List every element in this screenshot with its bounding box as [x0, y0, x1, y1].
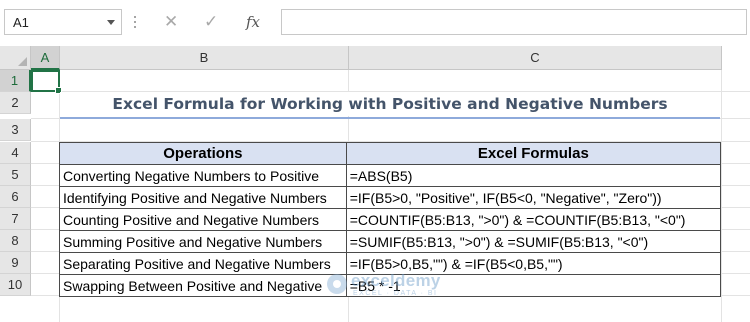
- row-header-9[interactable]: 9: [0, 252, 31, 274]
- formula-cell[interactable]: =IF(B5>0,B5,"") & =IF(B5<0,B5,""): [345, 252, 722, 275]
- formula-controls: ✕ ✓ fx: [148, 9, 278, 35]
- enter-check-icon[interactable]: ✓: [204, 12, 218, 32]
- column-header-a[interactable]: A: [31, 46, 60, 70]
- row-header-2[interactable]: 2: [0, 92, 31, 114]
- column-header-c[interactable]: C: [349, 46, 722, 70]
- formula-cell[interactable]: =ABS(B5): [345, 164, 722, 187]
- name-box-value: A1: [13, 15, 29, 30]
- table-row: Counting Positive and Negative Numbers =…: [59, 208, 722, 231]
- table-row: Identifying Positive and Negative Number…: [59, 186, 722, 209]
- row-header-8[interactable]: 8: [0, 230, 31, 252]
- chevron-down-icon[interactable]: [107, 20, 115, 25]
- row-header-10[interactable]: 10: [0, 274, 31, 296]
- selected-cell-a1[interactable]: [31, 70, 62, 94]
- formulas-table: Operations Excel Formulas Converting Neg…: [59, 142, 722, 297]
- operation-cell[interactable]: Separating Positive and Negative Numbers: [59, 252, 347, 275]
- header-excel-formulas[interactable]: Excel Formulas: [345, 142, 722, 165]
- name-box[interactable]: A1: [4, 9, 122, 35]
- column-header-b[interactable]: B: [60, 46, 349, 70]
- formula-cell[interactable]: =SUMIF(B5:B13, ">0") & =SUMIF(B5:B13, "<…: [345, 230, 722, 253]
- operation-cell[interactable]: Summing Positive and Negative Numbers: [59, 230, 347, 253]
- row-header-4[interactable]: 4: [0, 142, 31, 164]
- formula-cell[interactable]: =IF(B5>0, "Positive", IF(B5<0, "Negative…: [345, 186, 722, 209]
- row-header-3[interactable]: 3: [0, 119, 31, 141]
- header-operations[interactable]: Operations: [59, 142, 347, 165]
- table-row: Swapping Between Positive and Negative =…: [59, 274, 722, 297]
- sheet-title: Excel Formula for Working with Positive …: [60, 92, 720, 116]
- operation-cell[interactable]: Counting Positive and Negative Numbers: [59, 208, 347, 231]
- title-underline: [60, 117, 720, 119]
- cancel-icon[interactable]: ✕: [164, 12, 178, 32]
- formula-cell[interactable]: =B5 * -1: [345, 274, 722, 297]
- table-row: Converting Negative Numbers to Positive …: [59, 164, 722, 187]
- operation-cell[interactable]: Identifying Positive and Negative Number…: [59, 186, 347, 209]
- operation-cell[interactable]: Swapping Between Positive and Negative: [59, 274, 347, 297]
- operation-cell[interactable]: Converting Negative Numbers to Positive: [59, 164, 347, 187]
- table-row: Summing Positive and Negative Numbers =S…: [59, 230, 722, 253]
- table-header-row: Operations Excel Formulas: [59, 142, 722, 165]
- insert-function-icon[interactable]: fx: [246, 13, 260, 31]
- select-all-corner[interactable]: [0, 46, 31, 70]
- row-header-1[interactable]: 1: [0, 70, 31, 92]
- resize-handle[interactable]: [134, 16, 137, 30]
- formula-cell[interactable]: =COUNTIF(B5:B13, ">0") & =COUNTIF(B5:B13…: [345, 208, 722, 231]
- formula-input[interactable]: [281, 9, 747, 35]
- row-header-6[interactable]: 6: [0, 186, 31, 208]
- table-row: Separating Positive and Negative Numbers…: [59, 252, 722, 275]
- row-header-5[interactable]: 5: [0, 164, 31, 186]
- row-header-7[interactable]: 7: [0, 208, 31, 230]
- formula-bar: A1 ✕ ✓ fx: [0, 0, 750, 46]
